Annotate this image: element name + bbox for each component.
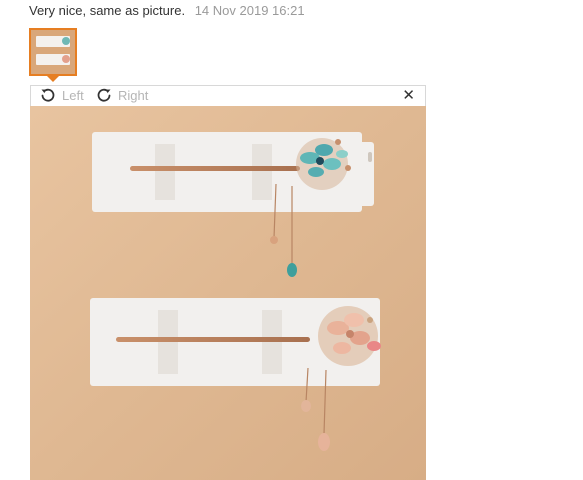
thumbnail-flower-blue	[62, 37, 70, 45]
review-date: 14 Nov 2019 16:21	[194, 3, 305, 18]
thumbnail-selected-caret	[47, 76, 59, 82]
image-viewer-toolbar: Left Right ✕	[30, 85, 426, 106]
rotate-right-label: Right	[118, 87, 149, 103]
rotate-right-button[interactable]: Right	[96, 87, 148, 103]
rotate-left-label: Left	[62, 87, 84, 103]
review-photo-thumbnail[interactable]	[29, 28, 77, 76]
review-line: Very nice, same as picture. 14 Nov 2019 …	[29, 3, 305, 18]
thumbnail-flower-pink	[62, 55, 70, 63]
rotate-left-icon	[41, 88, 55, 102]
close-icon[interactable]: ✕	[402, 86, 415, 105]
rotate-left-button[interactable]: Left	[40, 87, 84, 103]
review-text: Very nice, same as picture.	[29, 3, 186, 18]
review-photo-large	[30, 106, 426, 480]
rotate-right-icon	[97, 88, 111, 102]
product-photo	[30, 106, 426, 480]
